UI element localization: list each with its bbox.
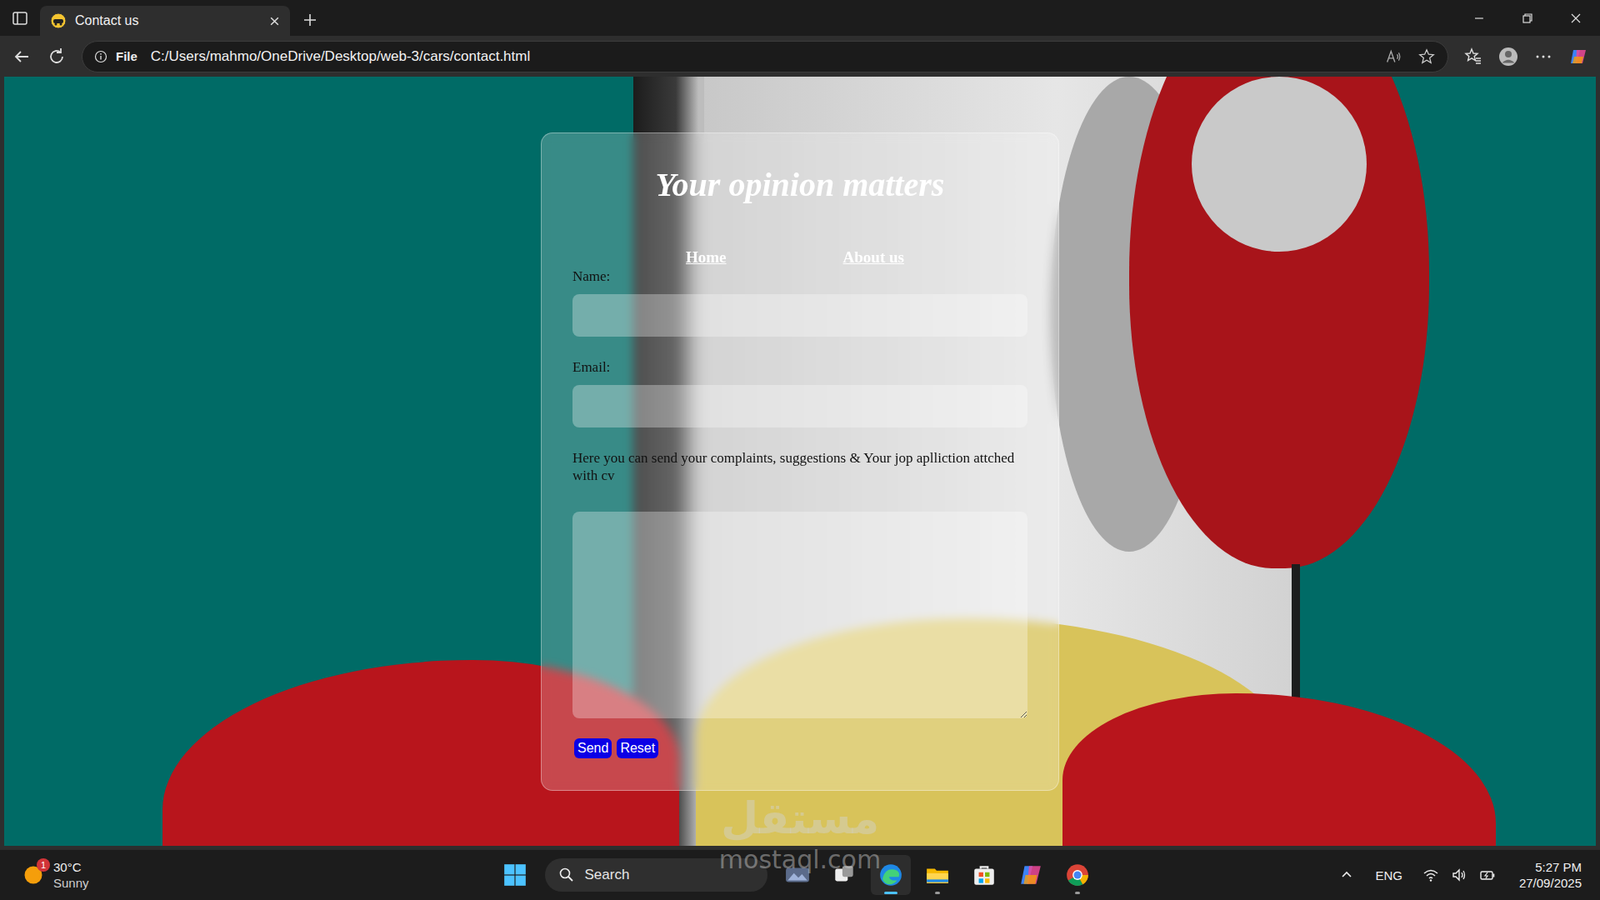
taskbar-app[interactable] <box>1010 855 1051 895</box>
field-label: Email: <box>572 358 1028 376</box>
taskbar: 130°CSunny Search ENG 5:27 PM27/09/2025 <box>0 849 1600 900</box>
nav-link[interactable]: About us <box>843 247 905 268</box>
language-indicator[interactable]: ENG <box>1375 868 1403 883</box>
text-input[interactable] <box>572 294 1028 337</box>
text-input[interactable] <box>572 385 1028 428</box>
new-tab-icon[interactable] <box>301 11 319 29</box>
address-bar[interactable]: File C:/Users/mahmo/OneDrive/Desktop/web-… <box>81 40 1449 73</box>
taskbar-app[interactable] <box>824 855 865 895</box>
copilot-icon[interactable] <box>1568 46 1589 67</box>
copilot-app-icon <box>1018 862 1044 888</box>
page: Your opinion matters Home About usName: Ema… <box>4 76 1596 846</box>
message-textarea[interactable] <box>572 511 1028 719</box>
screen: Contact us File C:/Users/mahmo/OneDrive/De… <box>0 0 1600 900</box>
nav-links: Home About us <box>572 247 1028 268</box>
url-text[interactable]: C:/Users/mahmo/OneDrive/Desktop/web-3/ca… <box>150 48 530 65</box>
time: 5:27 PM <box>1535 859 1582 875</box>
running-indicator <box>935 891 940 895</box>
field-label: Here you can send your complaints, sugge… <box>572 449 1028 485</box>
search-placeholder: Search <box>585 866 630 884</box>
taskbar-app[interactable] <box>917 855 958 895</box>
field-label: Name: <box>572 267 1028 285</box>
watermark-latin: mostaql.com <box>719 845 881 875</box>
temperature: 30°C <box>53 859 90 875</box>
toolbar: File C:/Users/mahmo/OneDrive/Desktop/web-… <box>0 35 1600 77</box>
form-buttons: SendReset <box>572 738 1028 759</box>
condition: Sunny <box>53 875 90 891</box>
taskbar-app[interactable] <box>777 855 818 895</box>
file-explorer-icon <box>925 862 950 888</box>
browser-tab[interactable]: Contact us <box>40 5 290 36</box>
tab-title: Contact us <box>75 13 261 29</box>
watermark-arabic: مستقل <box>720 791 880 845</box>
taskbar-app[interactable] <box>1057 855 1098 895</box>
window-controls <box>1455 0 1600 36</box>
notification-badge: 1 <box>36 858 50 872</box>
wifi-icon[interactable] <box>1422 866 1440 884</box>
clock[interactable]: 5:27 PM27/09/2025 <box>1519 859 1582 891</box>
search-icon <box>558 866 575 884</box>
close-icon[interactable] <box>269 15 280 27</box>
volume-icon[interactable] <box>1450 866 1468 884</box>
taskbar-app[interactable] <box>870 855 911 895</box>
car-logo-icon <box>50 12 67 30</box>
form-title: Your opinion matters <box>572 165 1028 205</box>
chrome-icon <box>1065 862 1090 888</box>
favorites-icon[interactable] <box>1463 46 1484 67</box>
viewport: Your opinion matters Home About usName: Ema… <box>0 76 1600 850</box>
tab-actions-icon[interactable] <box>11 10 29 27</box>
back-arrow-icon[interactable] <box>11 46 32 67</box>
form-button[interactable]: Reset <box>616 738 659 759</box>
taskbar-app[interactable] <box>964 855 1005 895</box>
search-box[interactable]: Search <box>545 858 768 892</box>
chevron-up-icon[interactable] <box>1338 866 1355 884</box>
date: 27/09/2025 <box>1519 875 1582 891</box>
store-icon <box>971 862 997 888</box>
widgets-icon <box>785 862 810 888</box>
refresh-icon[interactable] <box>46 46 67 67</box>
contact-card: Your opinion matters Home About usName: Ema… <box>540 132 1060 791</box>
watermark: مستقلmostaql.com <box>700 791 900 875</box>
task-view-icon <box>831 862 857 888</box>
minimize-icon[interactable] <box>1455 10 1504 27</box>
form-button[interactable]: Send <box>574 738 612 759</box>
restore-icon[interactable] <box>1503 10 1552 27</box>
nav-link[interactable]: Home <box>685 247 727 268</box>
tab-strip: Contact us <box>0 0 1600 36</box>
running-indicator <box>884 891 898 895</box>
battery-icon[interactable] <box>1479 866 1496 884</box>
running-indicator <box>1075 891 1080 895</box>
scheme-label: File <box>115 49 138 64</box>
edge-icon <box>878 862 904 888</box>
weather-widget[interactable]: 130°CSunny <box>21 859 504 891</box>
close-window-icon[interactable] <box>1551 10 1600 27</box>
info-icon[interactable] <box>94 50 108 64</box>
windows-start-icon[interactable] <box>503 863 527 887</box>
more-icon[interactable] <box>1533 46 1554 67</box>
profile-icon[interactable] <box>1498 46 1519 67</box>
read-aloud-icon[interactable] <box>1384 47 1403 66</box>
favorite-star-icon[interactable] <box>1417 47 1436 66</box>
